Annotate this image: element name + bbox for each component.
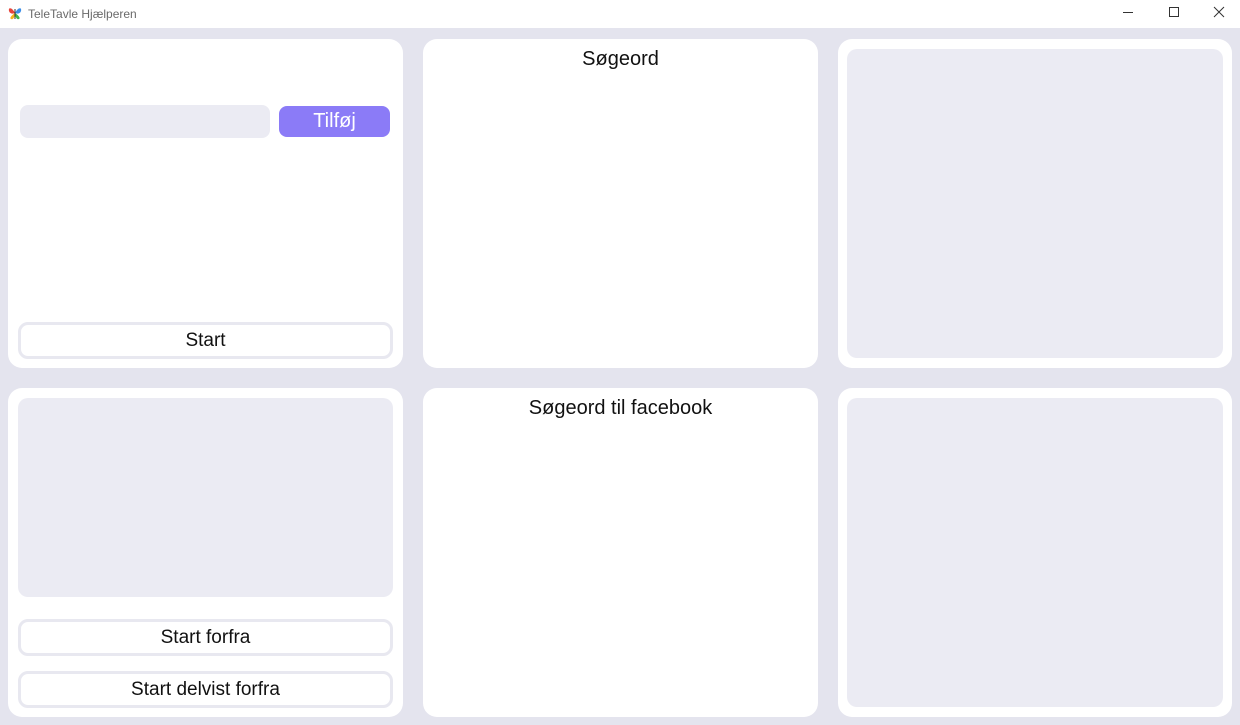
add-keyword-panel: Tilføj Start [8,39,403,368]
results-panel-bottom [838,388,1232,717]
facebook-keywords-heading: Søgeord til facebook [528,397,713,419]
keyword-input[interactable] [20,105,270,138]
start-over-button[interactable]: Start forfra [18,619,393,656]
results-area-top[interactable] [847,49,1223,358]
results-area-bottom[interactable] [847,398,1223,707]
minimize-icon [1122,5,1134,23]
close-icon [1213,5,1225,23]
facebook-keywords-panel: Søgeord til facebook [423,388,818,717]
butterfly-app-icon [7,5,23,21]
results-panel-top [838,39,1232,368]
minimize-button[interactable] [1105,0,1150,28]
start-button[interactable]: Start [18,322,393,359]
keywords-heading: Søgeord [582,48,659,70]
restart-panel: Start forfra Start delvist forfra [8,388,403,717]
add-button[interactable]: Tilføj [279,106,390,137]
status-area[interactable] [18,398,393,597]
close-button[interactable] [1196,0,1240,28]
partial-restart-button[interactable]: Start delvist forfra [18,671,393,708]
title-bar: TeleTavle Hjælperen [0,0,1240,28]
maximize-icon [1168,5,1180,23]
window-title: TeleTavle Hjælperen [28,7,137,21]
keywords-panel: Søgeord [423,39,818,368]
maximize-button[interactable] [1151,0,1196,28]
